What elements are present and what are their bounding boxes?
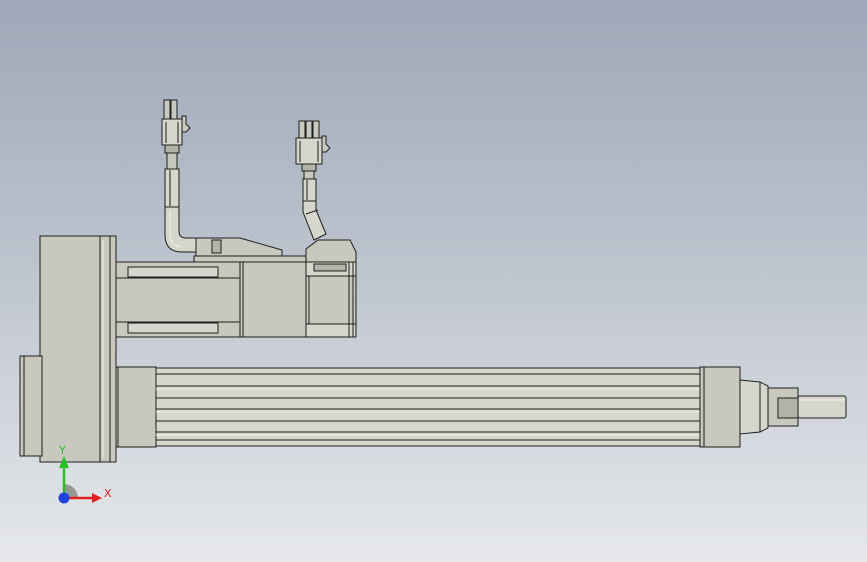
cad-viewport[interactable]: Y X xyxy=(0,0,867,562)
triad-z-axis xyxy=(58,492,70,504)
actuator-tube xyxy=(115,366,847,448)
cable-connector-right xyxy=(295,120,331,241)
cable-connector-left xyxy=(161,99,197,253)
motor-body xyxy=(115,237,357,338)
triad-x-label: X xyxy=(104,487,112,500)
actuator-model: Y X xyxy=(19,99,847,504)
triad-y-label: Y xyxy=(58,444,66,457)
gearbox-housing xyxy=(19,235,117,463)
